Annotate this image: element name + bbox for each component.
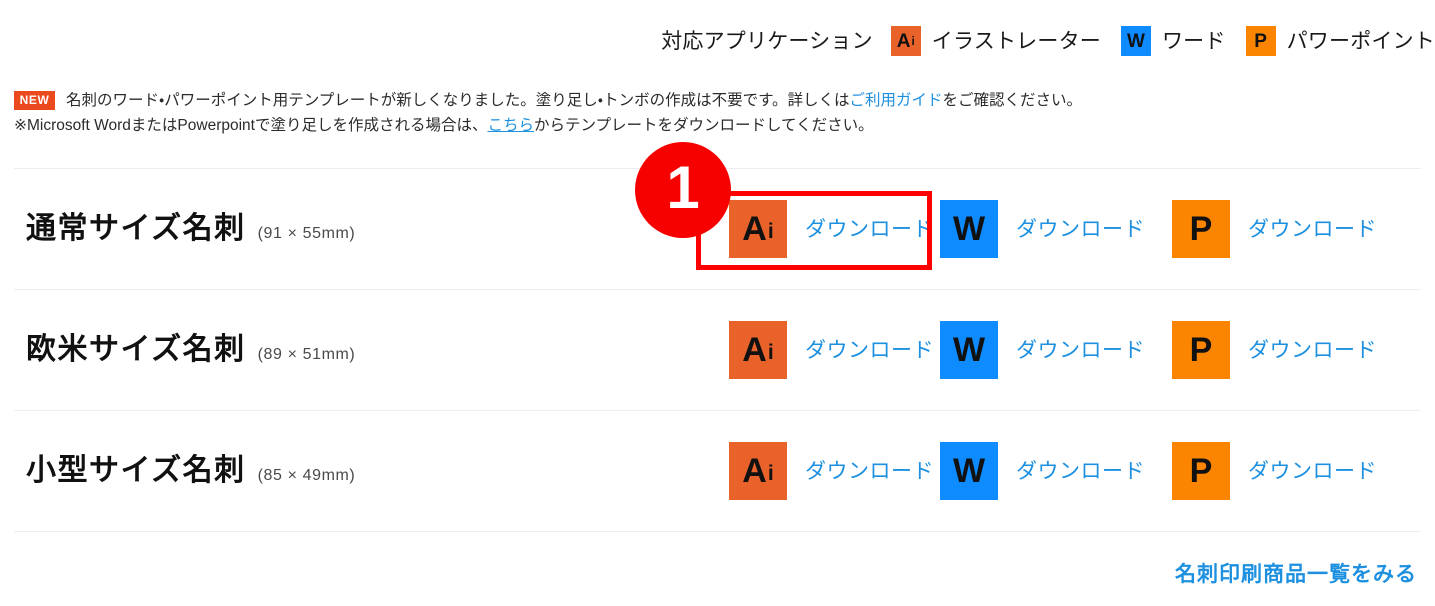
download-cell-powerpoint[interactable]: P ダウンロード: [1168, 321, 1400, 379]
download-cell-word[interactable]: W ダウンロード: [936, 442, 1168, 500]
illustrator-icon: Ai: [729, 321, 787, 379]
legend-item-powerpoint: P パワーポイント: [1245, 26, 1435, 56]
illustrator-icon: Ai: [729, 200, 787, 258]
word-icon: W: [940, 442, 998, 500]
powerpoint-icon: P: [1172, 442, 1230, 500]
row-actions: Ai ダウンロード W ダウンロード P ダウンロード: [704, 442, 1421, 500]
notice-line-2-text-after: からテンプレートをダウンロードしてください。: [533, 117, 874, 135]
row-size: (89 × 51mm): [257, 346, 356, 363]
notice-line-2: ※Microsoft WordまたはPowerpointで塗り足しを作成される場…: [14, 113, 1424, 138]
powerpoint-icon-letter: P: [1189, 452, 1213, 490]
row-title-small: 小型サイズ名刺 (85 × 49mm): [14, 456, 704, 486]
download-cell-illustrator[interactable]: Ai ダウンロード: [704, 442, 936, 500]
product-list-link[interactable]: 名刺印刷商品一覧をみる: [1175, 563, 1417, 586]
word-icon-letter: W: [952, 210, 986, 248]
new-badge: NEW: [14, 91, 55, 111]
row-actions: Ai ダウンロード W ダウンロード P ダウンロード: [704, 200, 1421, 258]
download-cell-word[interactable]: W ダウンロード: [936, 200, 1168, 258]
row-actions: Ai ダウンロード W ダウンロード P ダウンロード: [704, 321, 1421, 379]
download-link-illustrator[interactable]: ダウンロード: [805, 461, 934, 482]
illustrator-icon-letter: A: [742, 210, 767, 248]
download-link-powerpoint[interactable]: ダウンロード: [1248, 340, 1377, 361]
download-link-word[interactable]: ダウンロード: [1016, 461, 1145, 482]
download-cell-word[interactable]: W ダウンロード: [936, 321, 1168, 379]
illustrator-icon: Ai: [729, 442, 787, 500]
legend-name-powerpoint: パワーポイント: [1286, 29, 1435, 53]
notice-line-1: NEW 名刺のワード・パワーポイント用テンプレートが新しくなりました。塗り足し・…: [14, 88, 1424, 113]
download-cell-powerpoint[interactable]: P ダウンロード: [1168, 200, 1400, 258]
illustrator-icon-subletter: i: [767, 461, 774, 485]
table-row: 小型サイズ名刺 (85 × 49mm) Ai ダウンロード W ダウンロード P…: [14, 410, 1421, 531]
illustrator-icon-subletter: i: [767, 340, 774, 364]
download-link-powerpoint[interactable]: ダウンロード: [1248, 219, 1377, 240]
word-icon-letter: W: [1127, 30, 1145, 52]
download-link-illustrator[interactable]: ダウンロード: [805, 340, 934, 361]
legend-label: 対応アプリケーション: [661, 29, 873, 53]
legend-name-word: ワード: [1161, 29, 1226, 53]
table-bottom-divider: [14, 531, 1421, 532]
row-size: (91 × 55mm): [257, 225, 356, 242]
legend-item-word: W ワード: [1120, 26, 1226, 56]
legend-name-illustrator: イラストレーター: [931, 29, 1101, 53]
notice-block: NEW 名刺のワード・パワーポイント用テンプレートが新しくなりました。塗り足し・…: [14, 88, 1424, 138]
powerpoint-icon-letter: P: [1189, 331, 1213, 369]
table-row: 欧米サイズ名刺 (89 × 51mm) Ai ダウンロード W ダウンロード P…: [14, 289, 1421, 410]
annotation-step-badge: 1: [635, 142, 731, 238]
notice-line-2-text-before: ※Microsoft WordまたはPowerpointで塗り足しを作成される場…: [14, 117, 488, 135]
word-icon: W: [1120, 26, 1151, 56]
row-name: 欧米サイズ名刺: [26, 333, 246, 366]
illustrator-icon-subletter: i: [767, 219, 774, 243]
download-cell-powerpoint[interactable]: P ダウンロード: [1168, 442, 1400, 500]
supported-applications-legend: 対応アプリケーション Ai イラストレーター W ワード P パワーポイント: [661, 26, 1435, 56]
here-link[interactable]: こちら: [487, 113, 534, 138]
powerpoint-icon-letter: P: [1254, 30, 1267, 52]
download-link-word[interactable]: ダウンロード: [1016, 340, 1145, 361]
download-cell-illustrator[interactable]: Ai ダウンロード: [704, 321, 936, 379]
row-title-western: 欧米サイズ名刺 (89 × 51mm): [14, 335, 704, 365]
footer-link-wrap: 名刺印刷商品一覧をみる: [1175, 558, 1417, 588]
word-icon: W: [940, 321, 998, 379]
powerpoint-icon: P: [1172, 200, 1230, 258]
word-icon-letter: W: [952, 452, 986, 490]
powerpoint-icon: P: [1172, 321, 1230, 379]
download-link-powerpoint[interactable]: ダウンロード: [1248, 461, 1377, 482]
legend-item-illustrator: Ai イラストレーター: [890, 26, 1101, 56]
notice-line-1-text-before: 名刺のワード・パワーポイント用テンプレートが新しくなりました。塗り足し・トンボの…: [66, 92, 850, 109]
illustrator-icon-letter: A: [742, 331, 767, 369]
word-icon-letter: W: [952, 331, 986, 369]
template-download-page: 対応アプリケーション Ai イラストレーター W ワード P パワーポイント N…: [0, 0, 1435, 606]
powerpoint-icon-letter: P: [1189, 210, 1213, 248]
illustrator-icon: Ai: [890, 26, 921, 56]
powerpoint-icon: P: [1245, 26, 1276, 56]
illustrator-icon-letter: A: [742, 452, 767, 490]
notice-line-1-text-after: をご確認ください。: [942, 92, 1083, 109]
row-title-standard: 通常サイズ名刺 (91 × 55mm): [14, 214, 704, 244]
row-name: 通常サイズ名刺: [26, 212, 246, 245]
annotation-step-number: 1: [666, 154, 700, 221]
illustrator-icon-letter: A: [896, 30, 911, 52]
row-name: 小型サイズ名刺: [26, 454, 246, 487]
download-link-word[interactable]: ダウンロード: [1016, 219, 1145, 240]
illustrator-icon-subletter: i: [911, 35, 915, 49]
usage-guide-link[interactable]: ご利用ガイド: [850, 88, 943, 113]
download-link-illustrator[interactable]: ダウンロード: [805, 219, 934, 240]
row-size: (85 × 49mm): [257, 467, 356, 484]
download-cell-illustrator[interactable]: Ai ダウンロード: [704, 200, 936, 258]
word-icon: W: [940, 200, 998, 258]
